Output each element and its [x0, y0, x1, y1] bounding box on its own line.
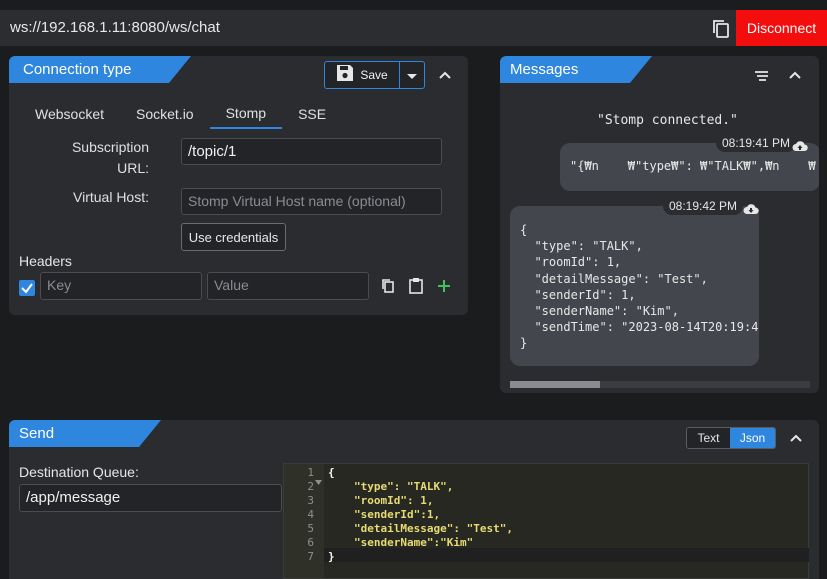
- connection-panel: Connection type Save Websocket Socket.io…: [9, 56, 468, 315]
- cloud-upload-icon: [792, 137, 808, 156]
- top-strip: [0, 0, 827, 9]
- destination-label: Destination Queue:: [19, 464, 139, 480]
- tab-socketio[interactable]: Socket.io: [120, 99, 210, 129]
- subscription-label-line2: URL:: [117, 160, 149, 176]
- message-json-block: { "type": "TALK", "roomId": 1, "detailMe…: [520, 222, 759, 352]
- editor-gutter: 1 2 3 4 5 6 7: [284, 464, 324, 578]
- copy-url-icon[interactable]: [710, 18, 732, 40]
- connection-title: Connection type: [9, 56, 191, 83]
- clear-messages-icon[interactable]: [753, 68, 769, 87]
- subscription-label-line1: Subscription: [71, 139, 149, 155]
- message-time: 08:19:41 PM: [716, 134, 797, 152]
- save-button[interactable]: Save: [325, 62, 400, 88]
- code-line: "roomId": 1,: [354, 494, 434, 507]
- headers-label: Headers: [19, 253, 72, 269]
- add-header-icon[interactable]: [436, 278, 452, 298]
- use-credentials-button[interactable]: Use credentials: [181, 223, 286, 251]
- system-message: "Stomp connected.": [597, 113, 738, 128]
- fold-arrow-icon[interactable]: [315, 470, 322, 489]
- json-line: "sendTime": "2023-08-14T20:19:41.7937396…: [534, 320, 759, 335]
- messages-panel: Messages "Stomp connected." "{₩n ₩"type₩…: [500, 56, 819, 393]
- json-line: {: [520, 223, 528, 237]
- url-text[interactable]: ws://192.168.1.11:8080/ws/chat: [10, 19, 220, 36]
- disconnect-button[interactable]: Disconnect: [736, 10, 827, 46]
- json-line: }: [520, 336, 528, 351]
- line-number: 4: [307, 508, 314, 521]
- json-editor[interactable]: 1 2 3 4 5 6 7 { "type": "TALK", "roomId"…: [283, 463, 809, 579]
- line-number: 7: [307, 550, 314, 563]
- url-bar: ws://192.168.1.11:8080/ws/chat: [0, 10, 827, 46]
- mode-json-button[interactable]: Json: [730, 428, 775, 448]
- save-button-group: Save: [324, 61, 425, 89]
- vhost-label: Virtual Host:: [73, 189, 149, 205]
- caret-down-icon: [406, 66, 418, 85]
- message-time: 08:19:42 PM: [663, 197, 744, 215]
- scrollbar-thumb[interactable]: [510, 381, 600, 388]
- cloud-download-icon: [743, 200, 759, 219]
- line-number: 6: [307, 536, 314, 549]
- message-text: "{₩n ₩"type₩": ₩"TALK₩",₩n ₩: [570, 159, 816, 173]
- collapse-chevron-icon[interactable]: [787, 68, 803, 84]
- tab-stomp[interactable]: Stomp: [209, 99, 283, 129]
- send-title: Send: [9, 420, 161, 447]
- header-value-input[interactable]: Value: [207, 272, 369, 300]
- destination-input[interactable]: /app/message: [19, 484, 282, 512]
- connection-tabs: Websocket Socket.io Stomp SSE: [19, 99, 342, 129]
- code-line: "senderName":"Kim": [354, 536, 474, 549]
- save-label: Save: [360, 68, 388, 82]
- json-line: "roomId": 1,: [520, 255, 622, 270]
- json-line: "senderName": "Kim",: [520, 304, 679, 319]
- line-number: 5: [307, 522, 314, 535]
- json-line: "type": "TALK",: [520, 239, 643, 254]
- code-line: "senderId":1,: [354, 508, 441, 521]
- save-dropdown-toggle[interactable]: [400, 62, 424, 88]
- collapse-chevron-icon[interactable]: [437, 68, 453, 84]
- header-key-input[interactable]: Key: [40, 272, 202, 300]
- vhost-input[interactable]: Stomp Virtual Host name (optional): [181, 188, 442, 215]
- copy-headers-icon[interactable]: [380, 278, 396, 298]
- messages-title: Messages: [500, 56, 652, 83]
- code-line: "type": "TALK",: [354, 480, 454, 493]
- line-number: 1: [307, 466, 314, 479]
- line-number: 2: [307, 480, 314, 493]
- save-icon: [336, 64, 354, 86]
- json-line: "detailMessage": "Test",: [520, 271, 708, 286]
- code-line: "detailMessage": "Test",: [354, 522, 513, 535]
- send-mode-toggle: Text Json: [686, 427, 776, 449]
- horizontal-scrollbar[interactable]: [510, 381, 810, 388]
- code-line: }: [328, 550, 335, 563]
- line-number: 3: [307, 494, 314, 507]
- code-line: {: [328, 466, 335, 479]
- active-line-highlight: [324, 548, 809, 562]
- tab-websocket[interactable]: Websocket: [19, 99, 120, 129]
- json-line: "senderId": 1,: [520, 287, 636, 302]
- mode-text-button[interactable]: Text: [687, 428, 730, 448]
- message-bubble-incoming: { "type": "TALK", "roomId": 1, "detailMe…: [510, 206, 759, 366]
- subscription-url-input[interactable]: /topic/1: [181, 138, 442, 165]
- tab-sse[interactable]: SSE: [282, 99, 342, 129]
- collapse-chevron-icon[interactable]: [788, 431, 804, 447]
- paste-headers-icon[interactable]: [408, 277, 424, 298]
- header-enabled-checkbox[interactable]: [19, 280, 35, 296]
